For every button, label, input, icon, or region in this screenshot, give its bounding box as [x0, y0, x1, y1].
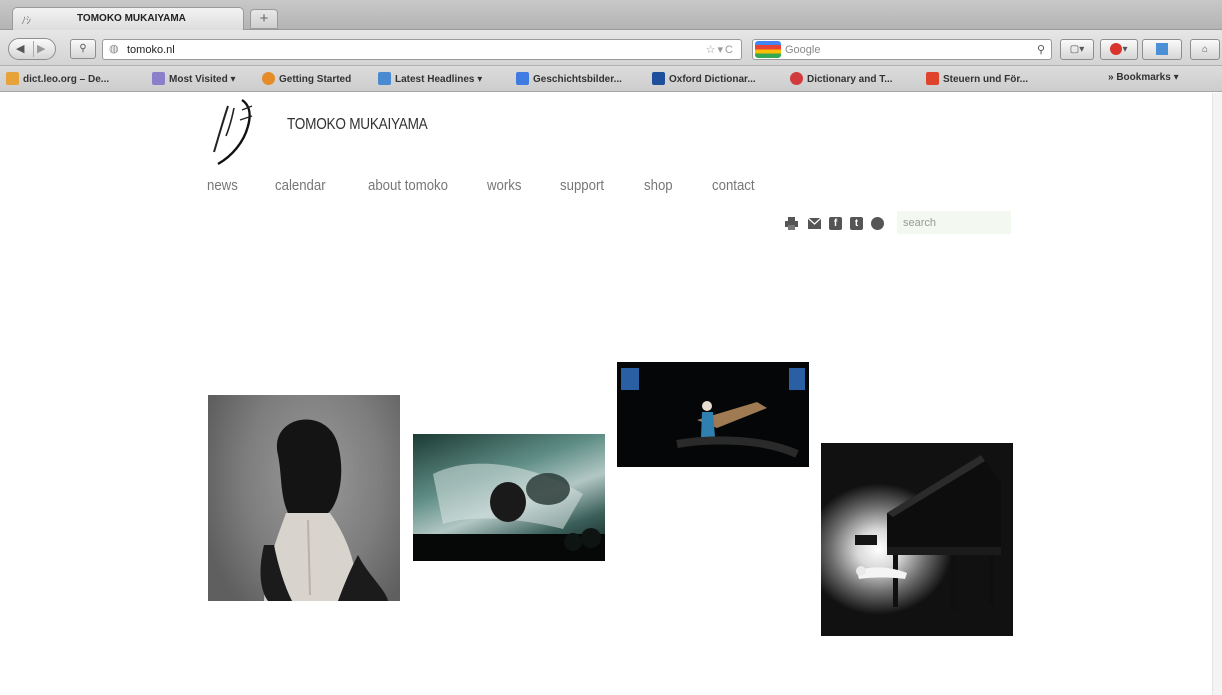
dictionary-icon: [790, 72, 803, 85]
photo-piano-spotlight[interactable]: [821, 443, 1013, 636]
folder-icon: [152, 72, 165, 85]
bookmark-item[interactable]: Getting Started: [262, 72, 351, 85]
menu-item-calendar[interactable]: calendar: [275, 177, 326, 194]
new-tab-button[interactable]: +: [250, 9, 278, 29]
tab-title: TOMOKO MUKAIYAMA: [77, 13, 186, 24]
stop-icon: [1110, 43, 1123, 56]
bookmark-item[interactable]: Oxford Dictionar...: [652, 72, 756, 85]
photo-projection-performance[interactable]: [413, 434, 605, 561]
home-button[interactable]: ⌂: [1190, 39, 1220, 60]
identity-button[interactable]: ⚲: [70, 39, 96, 59]
smiley-icon[interactable]: [871, 217, 884, 230]
facebook-icon[interactable]: f: [829, 217, 842, 230]
stage-image: [621, 368, 805, 458]
menu-item-support[interactable]: support: [560, 177, 604, 194]
page-scrollbar[interactable]: [1212, 93, 1222, 695]
firefox-icon: [262, 72, 275, 85]
extension-icon: [1156, 43, 1168, 56]
google-icon: [516, 72, 529, 85]
google-engine-icon[interactable]: [755, 41, 781, 58]
menu-item-shop[interactable]: shop: [644, 177, 673, 194]
back-forward-buttons: ◀ ▶: [8, 38, 56, 60]
magnifier-icon[interactable]: ⚲: [1037, 43, 1045, 56]
rss-icon: [378, 72, 391, 85]
bookmark-item[interactable]: Latest Headlines ▾: [378, 72, 482, 85]
tab-bar: ﾉｼ TOMOKO MUKAIYAMA +: [0, 0, 1222, 31]
bookmark-item[interactable]: Geschichtsbilder...: [516, 72, 622, 85]
photo-stage-performer[interactable]: [617, 362, 809, 467]
menu-item-contact[interactable]: contact: [712, 177, 755, 194]
menu-item-news[interactable]: news: [207, 177, 238, 194]
photo-woman-back[interactable]: [208, 395, 400, 601]
forward-arrow-icon[interactable]: ▶: [37, 42, 45, 55]
globe-icon: ◍: [109, 43, 119, 55]
bookmarks-menu[interactable]: » Bookmarks ▾: [1108, 72, 1179, 83]
search-engine-label: Google: [785, 44, 821, 56]
back-arrow-icon[interactable]: ◀: [16, 42, 24, 55]
bookmark-favicon-icon: [6, 72, 19, 85]
adblock-button[interactable]: ▾: [1100, 39, 1138, 60]
pocket-button[interactable]: ▢▾: [1060, 39, 1094, 60]
search-bar[interactable]: Google ⚲: [752, 39, 1052, 60]
url-bar[interactable]: ◍ tomoko.nl ☆▾C: [102, 39, 742, 60]
projection-image: [413, 463, 605, 561]
logo-brush-icon[interactable]: [208, 94, 278, 166]
bookmark-item[interactable]: Most Visited ▾: [152, 72, 236, 85]
piano-image: [855, 455, 1001, 610]
twitter-icon[interactable]: t: [850, 217, 863, 230]
bookmarks-toolbar: dict.leo.org – De... Most Visited ▾ Gett…: [0, 66, 1222, 92]
mail-icon[interactable]: [808, 218, 821, 229]
woman-back-image: [260, 419, 388, 601]
bookmark-item[interactable]: dict.leo.org – De...: [6, 72, 109, 85]
browser-chrome: ﾉｼ TOMOKO MUKAIYAMA + ◀ ▶ ⚲ ◍ tomoko.nl …: [0, 0, 1222, 93]
site-search-input[interactable]: [897, 211, 1011, 234]
bookmark-star-reload-icon[interactable]: ☆▾C: [706, 43, 735, 56]
site-favicon-icon: ﾉｼ: [21, 16, 31, 27]
site-title[interactable]: TOMOKO MUKAIYAMA: [287, 116, 428, 134]
oxford-icon: [652, 72, 665, 85]
menu-item-works[interactable]: works: [487, 177, 521, 194]
menu-item-about-tomoko[interactable]: about tomoko: [368, 177, 448, 194]
extension-button[interactable]: [1142, 39, 1182, 60]
bookmark-item[interactable]: Dictionary and T...: [790, 72, 893, 85]
tab-tomoko[interactable]: ﾉｼ TOMOKO MUKAIYAMA: [12, 7, 244, 31]
print-icon[interactable]: [785, 217, 798, 230]
steuern-icon: [926, 72, 939, 85]
url-text: tomoko.nl: [127, 44, 175, 56]
bookmark-item[interactable]: Steuern und För...: [926, 72, 1028, 85]
navigation-toolbar: ◀ ▶ ⚲ ◍ tomoko.nl ☆▾C Google ⚲ ▢▾ ▾ ⌂: [0, 30, 1222, 66]
